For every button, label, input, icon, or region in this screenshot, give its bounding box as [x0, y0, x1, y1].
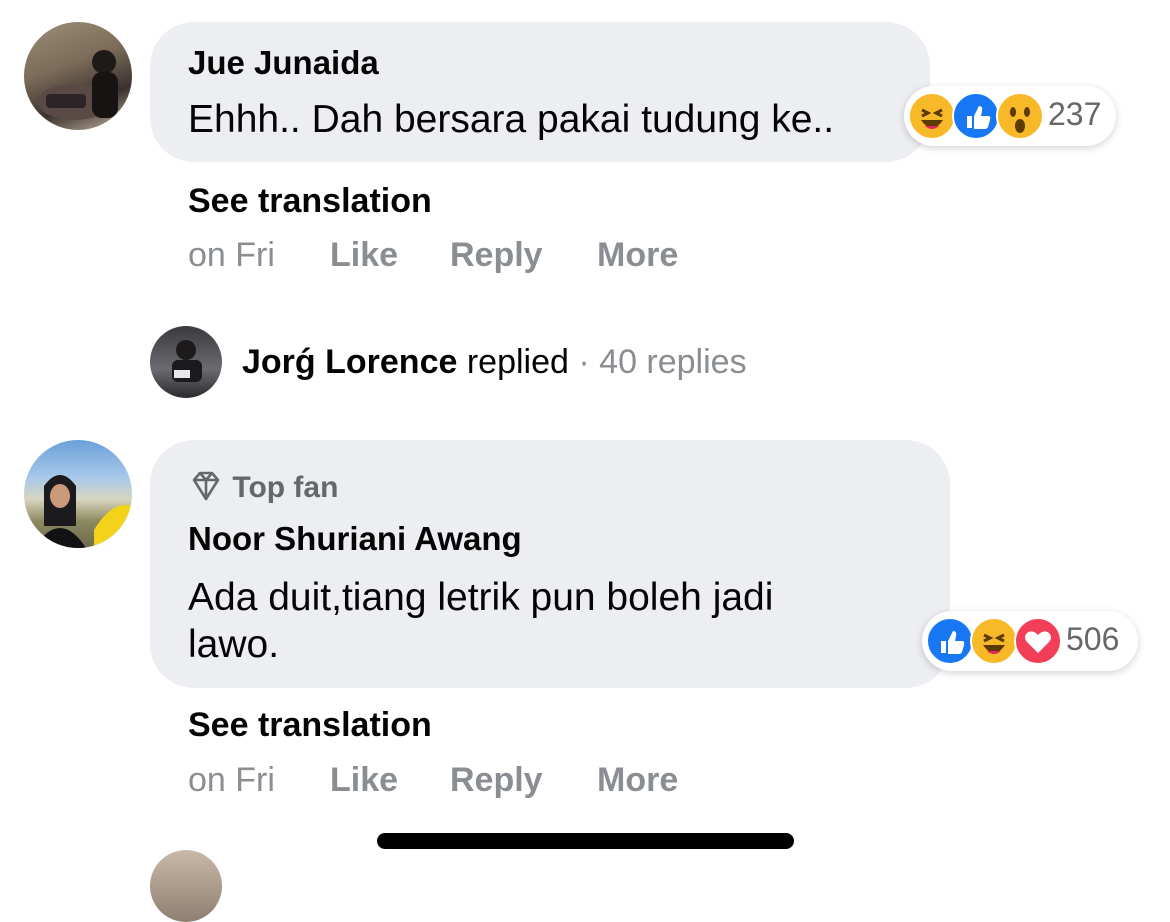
more-button[interactable]: More: [597, 236, 678, 275]
home-indicator[interactable]: [377, 833, 794, 849]
comment-text: Ehhh.. Dah bersara pakai tudung ke..: [188, 98, 835, 141]
avatar-image: [34, 475, 132, 548]
reaction-count: 237: [1048, 96, 1102, 132]
avatar-jue-junaida[interactable]: [24, 22, 132, 130]
avatar-noor-shuriani-awang[interactable]: [24, 440, 132, 548]
more-button[interactable]: More: [597, 761, 678, 800]
comment-text-line-2: lawo.: [188, 623, 280, 666]
top-fan-badge: Top fan: [188, 470, 338, 505]
love-icon: [1014, 617, 1062, 665]
comment-author[interactable]: Jue Junaida: [188, 44, 379, 82]
view-replies-link[interactable]: Jorǵ Lorence replied · 40 replies: [242, 343, 747, 382]
reply-button[interactable]: Reply: [450, 236, 543, 275]
avatar-image: [38, 50, 118, 120]
reply-verb: replied: [466, 343, 569, 381]
reaction-summary[interactable]: 506: [922, 611, 1138, 671]
like-icon: [926, 617, 974, 665]
reply-author: Jorǵ Lorence: [242, 343, 458, 381]
reply-count: 40 replies: [599, 343, 747, 381]
like-icon: [952, 92, 1000, 140]
comment-time: on Fri: [188, 761, 275, 799]
see-translation-link[interactable]: See translation: [188, 706, 432, 745]
badge-label: Top fan: [232, 471, 339, 504]
comment-text-line-1: Ada duit,tiang letrik pun boleh jadi: [188, 576, 774, 619]
avatar-image: [172, 340, 202, 382]
reaction-summary[interactable]: 237: [904, 86, 1116, 146]
haha-icon: [908, 92, 956, 140]
haha-icon: [970, 617, 1018, 665]
reaction-count: 506: [1066, 621, 1120, 657]
comment-time: on Fri: [188, 236, 275, 274]
avatar-jorg-lorence[interactable]: [150, 326, 222, 398]
like-button[interactable]: Like: [330, 761, 398, 800]
diamond-icon: [192, 471, 220, 501]
reply-separator: ·: [578, 343, 590, 381]
avatar-next-comment[interactable]: [150, 850, 222, 922]
comment-actions: on Fri Like Reply More: [188, 761, 748, 801]
like-button[interactable]: Like: [330, 236, 398, 275]
comment-author[interactable]: Noor Shuriani Awang: [188, 520, 522, 558]
comment-actions: on Fri Like Reply More: [188, 236, 748, 276]
see-translation-link[interactable]: See translation: [188, 182, 432, 221]
wow-icon: [996, 92, 1044, 140]
reply-button[interactable]: Reply: [450, 761, 543, 800]
